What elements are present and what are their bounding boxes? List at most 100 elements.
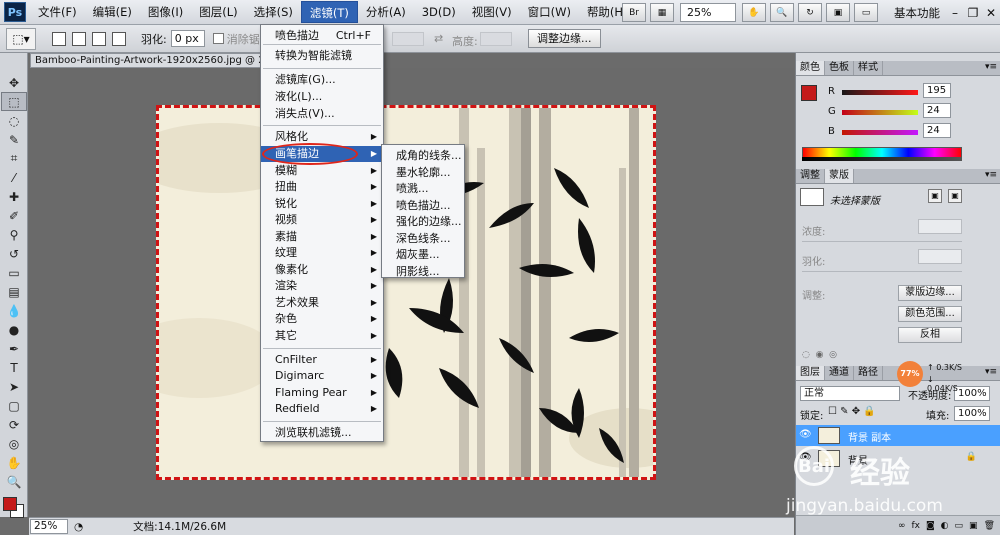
menu-analysis[interactable]: 分析(A) <box>358 1 414 23</box>
hand-tool-icon[interactable]: ✋ <box>742 3 766 22</box>
panel-menu-icon[interactable]: ▾≡ <box>985 367 997 377</box>
filter-menu-item[interactable]: Flaming Pear ▶ <box>261 385 383 401</box>
path-selection-tool-icon[interactable]: ➤ <box>1 377 27 396</box>
feather-slider-mask[interactable] <box>802 271 962 272</box>
filter-menu-item[interactable]: 像素化 ▶ <box>261 262 383 278</box>
menu-edit[interactable]: 编辑(E) <box>85 1 140 23</box>
filter-menu-item[interactable]: 艺术效果 ▶ <box>261 295 383 311</box>
filter-menu-item[interactable]: 画笔描边 ▶ <box>261 146 383 162</box>
filter-menu-item[interactable]: 风格化 ▶ <box>261 129 383 145</box>
healing-brush-tool-icon[interactable]: ✚ <box>1 187 27 206</box>
height-field[interactable] <box>480 32 512 46</box>
color-range-button[interactable]: 颜色范围... <box>898 306 962 322</box>
submenu-item[interactable]: 烟灰墨... <box>382 247 464 263</box>
menu-layer[interactable]: 图层(L) <box>191 1 245 23</box>
clone-stamp-tool-icon[interactable]: ⚲ <box>1 225 27 244</box>
3d-orbit-tool-icon[interactable]: ◎ <box>1 434 27 453</box>
layer-row[interactable]: 👁 背景 🔒 <box>796 448 1000 469</box>
feather-input[interactable]: 0 px <box>170 30 205 47</box>
submenu-item[interactable]: 阴影线... <box>382 264 464 280</box>
3d-rotate-tool-icon[interactable]: ⟳ <box>1 415 27 434</box>
panel-menu-icon[interactable]: ▾≡ <box>985 62 997 72</box>
eraser-tool-icon[interactable]: ▭ <box>1 263 27 282</box>
filter-menu-item[interactable]: 模糊 ▶ <box>261 163 383 179</box>
intersect-selection-icon[interactable] <box>112 31 126 46</box>
menu-filter[interactable]: 滤镜(T) <box>300 1 358 23</box>
tab-swatches[interactable]: 色板 <box>825 61 854 75</box>
close-icon[interactable]: ✕ <box>982 6 1000 20</box>
zoom-tool-icon[interactable]: 🔍 <box>770 3 794 22</box>
filter-menu-item[interactable]: 液化(L)... <box>261 89 383 105</box>
filter-menu-item[interactable]: CnFilter ▶ <box>261 352 383 368</box>
shape-tool-icon[interactable]: ▢ <box>1 396 27 415</box>
link-layers-icon[interactable]: ∞ <box>898 521 906 531</box>
channel-g-slider[interactable] <box>842 110 918 115</box>
channel-r-input[interactable]: 195 <box>923 83 951 98</box>
workspace-label[interactable]: 基本功能 <box>894 5 940 21</box>
swap-dimensions-icon[interactable]: ⇄ <box>434 32 443 45</box>
submenu-item[interactable]: 喷溅... <box>382 181 464 197</box>
filter-menu-item[interactable]: 消失点(V)... <box>261 106 383 122</box>
screen-mode-icon[interactable]: ▭ <box>854 3 878 22</box>
refine-edge-button[interactable]: 调整边缘... <box>528 29 601 48</box>
panel-menu-icon[interactable]: ▾≡ <box>985 170 997 180</box>
submenu-item[interactable]: 强化的边缘... <box>382 214 464 230</box>
fill-input[interactable]: 100% <box>954 406 990 421</box>
lasso-tool-icon[interactable]: ◌ <box>1 111 27 130</box>
zoom-select[interactable]: 25% <box>680 3 736 22</box>
subtract-selection-icon[interactable] <box>92 31 106 46</box>
arrange-documents-icon[interactable]: ▣ <box>826 3 850 22</box>
mask-footer-icons[interactable]: ◌ ◉ ◎ <box>802 350 837 360</box>
color-panel-foreground[interactable] <box>801 85 817 101</box>
filter-menu-item[interactable]: 浏览联机滤镜... <box>261 425 383 441</box>
invert-button[interactable]: 反相 <box>898 327 962 343</box>
filter-menu-item[interactable]: 渲染 ▶ <box>261 278 383 294</box>
delete-layer-icon[interactable]: 🗑 <box>984 521 995 531</box>
brush-tool-icon[interactable]: ✐ <box>1 206 27 225</box>
filter-menu-item[interactable]: 视频 ▶ <box>261 212 383 228</box>
zoom-tool-icon[interactable]: 🔍 <box>1 472 27 491</box>
move-tool-icon[interactable]: ✥ <box>1 73 27 92</box>
tool-preset-icon[interactable]: ⬚▾ <box>6 27 36 50</box>
new-selection-icon[interactable] <box>52 31 66 46</box>
channel-g-input[interactable]: 24 <box>923 103 951 118</box>
density-field[interactable] <box>918 219 962 234</box>
add-selection-icon[interactable] <box>72 31 86 46</box>
filter-menu-item[interactable]: 纹理 ▶ <box>261 245 383 261</box>
tab-layers[interactable]: 图层 <box>796 366 825 380</box>
type-tool-icon[interactable]: T <box>1 358 27 377</box>
hand-tool-icon[interactable]: ✋ <box>1 453 27 472</box>
foreground-color-swatch[interactable] <box>3 497 17 511</box>
submenu-item[interactable]: 墨水轮廓... <box>382 165 464 181</box>
mask-edge-button[interactable]: 蒙版边缘... <box>898 285 962 301</box>
crop-tool-icon[interactable]: ⌗ <box>1 149 27 168</box>
submenu-item[interactable]: 成角的线条... <box>382 148 464 164</box>
new-layer-icon[interactable]: ▣ <box>969 521 978 531</box>
submenu-item[interactable]: 喷色描边... <box>382 198 464 214</box>
new-group-icon[interactable]: ▭ <box>955 521 964 531</box>
pen-tool-icon[interactable]: ✒ <box>1 339 27 358</box>
eyedropper-tool-icon[interactable]: ⁄ <box>1 168 27 187</box>
filter-menu-item[interactable]: 杂色 ▶ <box>261 311 383 327</box>
channel-r-slider[interactable] <box>842 90 918 95</box>
filter-menu-item[interactable]: 锐化 ▶ <box>261 196 383 212</box>
tab-masks[interactable]: 蒙版 <box>825 169 854 183</box>
add-mask-icon[interactable]: ◙ <box>926 521 935 531</box>
tab-paths[interactable]: 路径 <box>854 366 883 380</box>
channel-b-slider[interactable] <box>842 130 918 135</box>
menu-image[interactable]: 图像(I) <box>140 1 191 23</box>
history-brush-tool-icon[interactable]: ↺ <box>1 244 27 263</box>
antialias-checkbox[interactable] <box>212 33 224 44</box>
filter-menu-item[interactable]: 其它 ▶ <box>261 328 383 344</box>
eye-icon[interactable]: 👁 <box>799 429 812 440</box>
status-doc-size[interactable]: 文档:14.1M/26.6M <box>133 519 226 534</box>
submenu-item[interactable]: 深色线条... <box>382 231 464 247</box>
mini-bridge-icon[interactable]: ▦ <box>650 3 674 22</box>
tab-adjustments[interactable]: 调整 <box>796 169 825 183</box>
filter-menu-item[interactable]: 滤镜库(G)... <box>261 72 383 88</box>
quick-selection-tool-icon[interactable]: ✎ <box>1 130 27 149</box>
filter-menu-item[interactable]: 喷色描边 Ctrl+F <box>261 28 383 44</box>
filter-menu-item[interactable]: Redfield ▶ <box>261 401 383 417</box>
menu-file[interactable]: 文件(F) <box>30 1 85 23</box>
restore-icon[interactable]: ❐ <box>964 6 982 20</box>
